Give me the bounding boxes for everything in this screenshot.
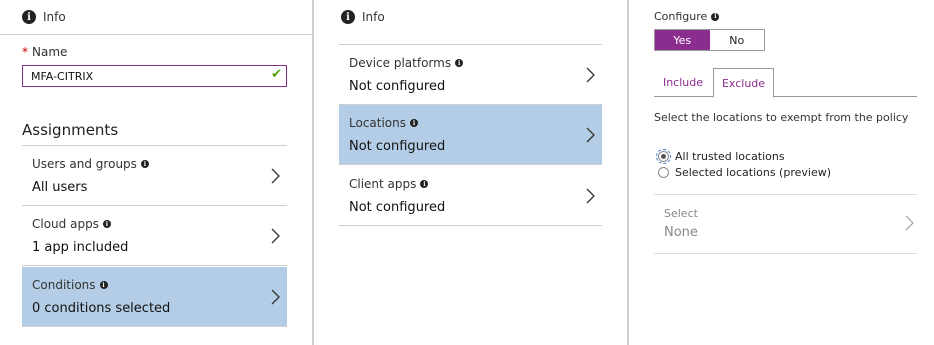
checkmark-icon: ✔	[271, 67, 282, 82]
client-apps-item[interactable]: Client apps i Not configured	[339, 166, 602, 226]
tab-include[interactable]: Include	[654, 68, 712, 97]
chevron-right-icon	[586, 127, 595, 143]
name-label: * Name	[22, 45, 68, 59]
info-icon: i	[455, 59, 464, 67]
configure-toggle[interactable]: Yes No	[654, 29, 765, 51]
header-divider	[0, 34, 312, 35]
tab-bar: Include Exclude	[654, 68, 917, 98]
locations-panel: Configure i Yes No Include Exclude Select…	[628, 0, 934, 345]
item-label: Device platforms	[349, 56, 452, 70]
chevron-right-icon	[271, 289, 280, 305]
radio-all-trusted[interactable]: All trusted locations	[656, 149, 785, 164]
item-value: Not configured	[349, 200, 446, 215]
info-icon: i	[341, 10, 355, 24]
required-mark: *	[22, 45, 28, 59]
info-link[interactable]: i Info	[22, 8, 66, 26]
name-field[interactable]: MFA-CITRIX ✔	[22, 65, 287, 87]
info-icon: i	[99, 281, 108, 289]
cloud-apps-item[interactable]: Cloud apps i 1 app included	[22, 206, 287, 266]
exclude-description: Select the locations to exempt from the …	[654, 111, 909, 124]
select-locations[interactable]: Select None	[654, 194, 917, 254]
chevron-right-icon	[586, 67, 595, 83]
tab-exclude[interactable]: Exclude	[713, 68, 774, 98]
section-title: Assignments	[22, 121, 119, 139]
item-value: 1 app included	[32, 240, 129, 255]
info-icon: i	[140, 160, 149, 168]
radio-label: All trusted locations	[675, 150, 785, 163]
radio-selected-locations[interactable]: Selected locations (preview)	[658, 166, 831, 179]
info-icon: i	[102, 220, 111, 228]
chevron-right-icon	[271, 228, 280, 244]
select-label: Select	[664, 207, 698, 220]
conditions-item[interactable]: Conditions i 0 conditions selected	[22, 267, 287, 327]
radio-button[interactable]	[656, 149, 671, 164]
select-value: None	[664, 225, 698, 240]
item-label: Conditions	[32, 278, 96, 292]
chevron-right-icon	[586, 188, 595, 204]
item-label: Client apps	[349, 177, 417, 191]
info-label: Info	[43, 10, 66, 24]
info-icon: i	[410, 119, 419, 127]
item-label: Cloud apps	[32, 217, 99, 231]
info-link[interactable]: i Info	[341, 8, 385, 26]
conditions-panel: i Info Device platforms i Not configured …	[313, 0, 627, 345]
locations-item[interactable]: Locations i Not configured	[339, 105, 602, 165]
device-platforms-item[interactable]: Device platforms i Not configured	[339, 45, 602, 105]
chevron-right-icon	[905, 215, 914, 231]
chevron-right-icon	[271, 168, 280, 184]
configure-label: Configure i	[654, 10, 720, 23]
item-value: 0 conditions selected	[32, 301, 171, 316]
radio-button[interactable]	[658, 167, 669, 178]
policy-panel: i Info * Name MFA-CITRIX ✔ Assignments Us…	[0, 0, 312, 345]
item-label: Users and groups	[32, 157, 137, 171]
radio-label: Selected locations (preview)	[675, 166, 831, 179]
item-label: Locations	[349, 116, 407, 130]
info-icon: i	[22, 10, 36, 24]
toggle-yes[interactable]: Yes	[655, 30, 710, 50]
users-and-groups-item[interactable]: Users and groups i All users	[22, 146, 287, 206]
item-value: All users	[32, 180, 88, 195]
name-value: MFA-CITRIX	[31, 69, 94, 83]
info-icon: i	[711, 12, 720, 21]
toggle-no[interactable]: No	[709, 30, 764, 50]
info-label: Info	[362, 10, 385, 24]
item-value: Not configured	[349, 79, 446, 94]
item-value: Not configured	[349, 139, 446, 154]
info-icon: i	[420, 180, 429, 188]
